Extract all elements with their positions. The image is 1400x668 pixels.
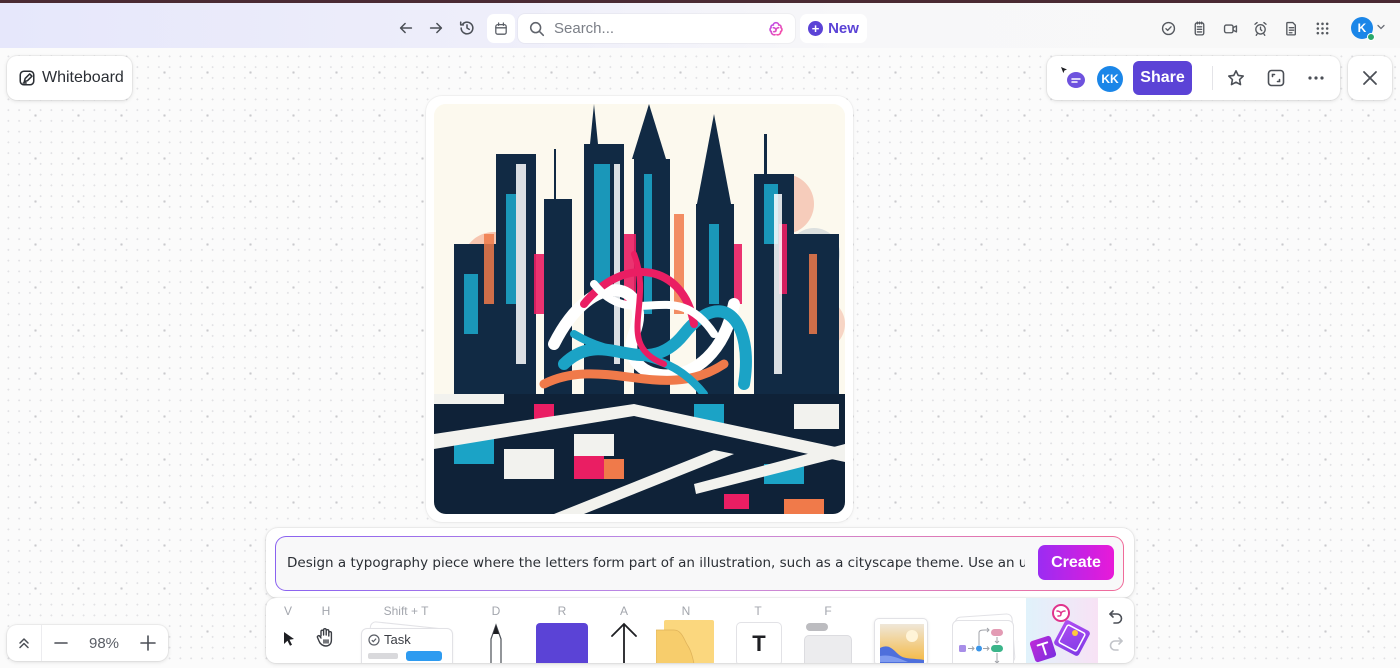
check-circle-icon — [368, 634, 380, 646]
close-icon — [1363, 71, 1377, 85]
chevrons-up-icon — [19, 638, 29, 649]
cityscape-illustration — [434, 104, 845, 514]
image-tool-frame — [874, 618, 928, 663]
undo-icon[interactable] — [1107, 608, 1125, 626]
share-panel: KK Share — [1047, 56, 1340, 100]
more-icon[interactable] — [1305, 67, 1327, 89]
sticky-note-icon — [656, 620, 714, 663]
ai-brain-icon[interactable] — [767, 20, 785, 38]
task-card: Task — [361, 628, 453, 663]
prompt-text[interactable]: Design a typography piece where the lett… — [287, 555, 1025, 571]
top-bar: + New K — [0, 3, 1400, 48]
frame-icon — [804, 635, 852, 663]
redo-icon[interactable] — [1107, 635, 1125, 653]
mind-map-card — [952, 620, 1014, 663]
generated-image-card[interactable] — [426, 96, 853, 522]
shortcut-label: F — [824, 604, 832, 618]
whiteboard-toolbar: V H Shift + T Task D R A N T T F — [266, 598, 1134, 663]
tool-frame[interactable]: F — [802, 598, 854, 663]
arrow-right-icon[interactable] — [425, 17, 447, 39]
fit-screen-icon[interactable] — [1265, 67, 1287, 89]
tool-sticky-note[interactable]: N — [656, 598, 716, 663]
calendar-icon — [495, 21, 507, 35]
collaborator-avatar[interactable]: KK — [1097, 66, 1123, 92]
tool-ai-generate[interactable] — [1026, 598, 1098, 663]
minus-icon — [54, 642, 68, 644]
cursor-chat-icon[interactable] — [1059, 66, 1087, 90]
calendar-button[interactable] — [487, 14, 515, 43]
shortcut-label: Shift + T — [383, 604, 429, 618]
share-label: Share — [1140, 69, 1185, 86]
close-button[interactable] — [1348, 56, 1392, 100]
shortcut-label: A — [619, 604, 628, 618]
pen-icon — [490, 623, 502, 663]
search-input[interactable] — [554, 20, 754, 37]
whiteboard-pen-icon — [19, 70, 35, 86]
new-button[interactable]: + New — [800, 14, 867, 43]
ai-generate-icon — [1029, 604, 1090, 663]
tool-select[interactable]: V — [274, 598, 302, 663]
zoom-in-button[interactable] — [128, 625, 168, 661]
image-icon — [880, 624, 924, 663]
hand-icon — [316, 628, 333, 647]
user-avatar[interactable]: K — [1351, 17, 1375, 41]
cursor-icon — [284, 632, 294, 646]
zoom-out-button[interactable] — [42, 625, 80, 661]
shortcut-label: H — [321, 604, 331, 618]
shortcut-label: R — [557, 604, 567, 618]
generated-image[interactable] — [434, 104, 845, 514]
collapse-button[interactable] — [7, 625, 41, 661]
collaborator-initials: KK — [1101, 72, 1119, 86]
document-icon[interactable] — [1280, 17, 1302, 39]
task-label: Task — [384, 632, 411, 647]
search-icon — [529, 21, 545, 36]
history-icon[interactable] — [456, 17, 478, 39]
task-status-chip — [406, 651, 442, 661]
tool-task[interactable]: Shift + T Task — [358, 598, 454, 663]
history-controls — [1098, 598, 1134, 663]
plus-icon — [140, 635, 156, 651]
zoom-level-value: 98% — [88, 634, 120, 652]
video-icon[interactable] — [1219, 17, 1241, 39]
chevron-down-icon[interactable] — [1376, 22, 1386, 32]
create-button[interactable]: Create — [1038, 545, 1114, 580]
search-bar[interactable] — [518, 14, 795, 43]
frame-title-bar — [806, 623, 828, 631]
whiteboard-button[interactable]: Whiteboard — [7, 56, 132, 100]
user-initial: K — [1357, 21, 1367, 35]
zoom-level[interactable]: 98% — [80, 625, 128, 661]
arrow-left-icon[interactable] — [395, 17, 417, 39]
check-circle-icon[interactable] — [1157, 17, 1179, 39]
plus-circle-icon: + — [808, 21, 824, 36]
clipboard-icon[interactable] — [1188, 17, 1210, 39]
create-label: Create — [1051, 553, 1101, 571]
rectangle-shape-icon — [536, 623, 588, 663]
tool-draw[interactable]: D — [476, 598, 516, 663]
tool-hand[interactable]: H — [312, 598, 340, 663]
share-button[interactable]: Share — [1133, 61, 1192, 95]
mind-map-icon — [959, 627, 1003, 663]
shortcut-label: N — [681, 604, 691, 618]
apps-grid-icon[interactable] — [1311, 17, 1333, 39]
tool-rectangle[interactable]: R — [534, 598, 590, 663]
prompt-input[interactable]: Design a typography piece where the lett… — [275, 536, 1124, 591]
zoom-controls: 98% — [7, 625, 168, 661]
task-bar — [368, 653, 398, 659]
tool-arrow[interactable]: A — [604, 598, 644, 663]
alarm-clock-icon[interactable] — [1249, 17, 1271, 39]
shortcut-label: T — [754, 604, 762, 618]
divider — [1212, 66, 1213, 90]
tool-image[interactable] — [872, 598, 928, 663]
new-button-label: New — [828, 20, 859, 37]
shortcut-label: D — [491, 604, 501, 618]
ai-prompt-panel: Design a typography piece where the lett… — [266, 528, 1134, 598]
tool-text[interactable]: T T — [734, 598, 782, 663]
online-status-dot — [1367, 33, 1375, 41]
shortcut-label: V — [283, 604, 292, 618]
tool-mind-map[interactable] — [948, 598, 1018, 663]
star-icon[interactable] — [1225, 67, 1247, 89]
text-tool-icon: T — [736, 622, 782, 663]
whiteboard-label: Whiteboard — [42, 69, 124, 86]
arrow-up-icon — [611, 622, 637, 663]
